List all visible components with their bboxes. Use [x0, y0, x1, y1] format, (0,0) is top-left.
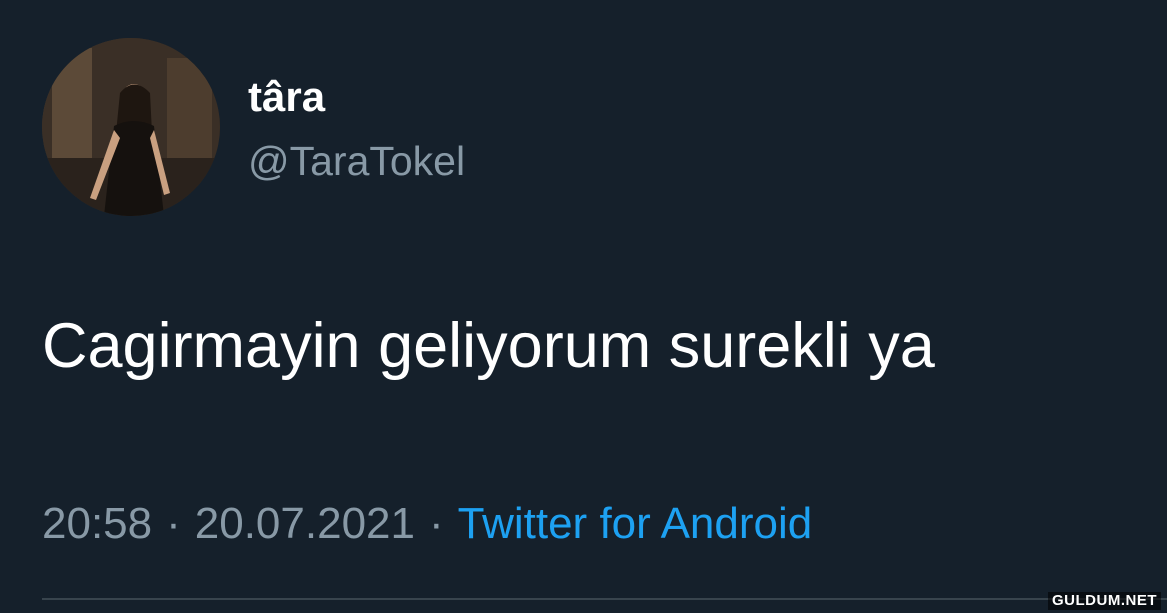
tweet-text: Cagirmayin geliyorum surekli ya: [42, 311, 935, 381]
avatar[interactable]: [42, 38, 220, 216]
tweet-source-link[interactable]: Twitter for Android: [458, 499, 813, 548]
meta-separator: ·: [166, 499, 181, 548]
display-name[interactable]: târa: [248, 72, 325, 122]
tweet-card: târa @TaraTokel Cagirmayin geliyorum sur…: [0, 0, 1167, 613]
tweet-meta: 20:58 · 20.07.2021 · Twitter for Android: [42, 496, 812, 552]
tweet-time[interactable]: 20:58: [42, 499, 152, 548]
tweet-date[interactable]: 20.07.2021: [195, 499, 415, 548]
watermark: GULDUM.NET: [1048, 592, 1161, 610]
user-handle[interactable]: @TaraTokel: [248, 136, 465, 186]
divider: [42, 598, 1167, 600]
meta-separator: ·: [428, 499, 444, 548]
avatar-photo: [42, 38, 220, 216]
